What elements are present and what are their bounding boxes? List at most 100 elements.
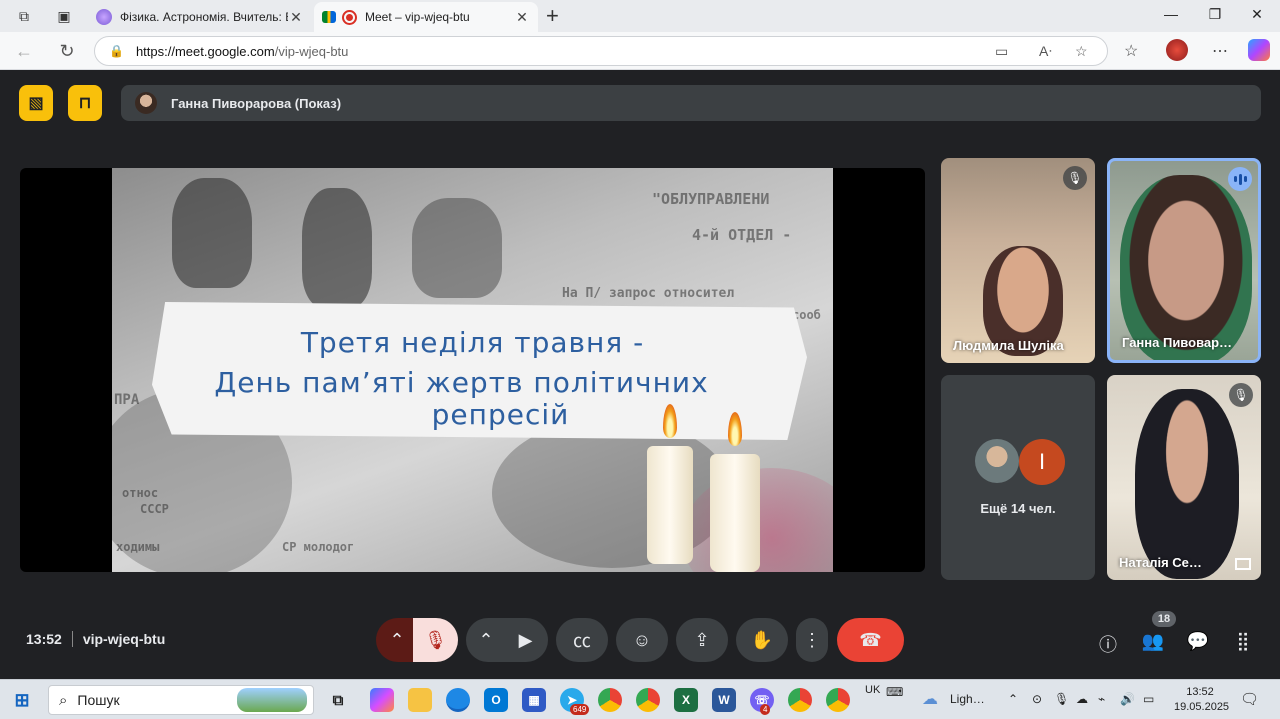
keyboard-icon[interactable]: ⌨ (886, 685, 903, 699)
favorites-icon[interactable]: ☆ (1124, 41, 1138, 61)
video-options-button[interactable]: ⌃ (466, 618, 506, 662)
participant-name: Ганна Пивовар… (1122, 335, 1233, 350)
search-icon: ⌕ (59, 691, 68, 709)
outlook-icon[interactable]: O (484, 688, 508, 712)
avatar (975, 439, 1019, 483)
task-view-icon[interactable]: ⧉ (326, 688, 350, 712)
participant-tile[interactable]: 🎙 Наталія Се… (1107, 375, 1261, 580)
slide-figure (412, 198, 502, 298)
minimize-icon[interactable]: — (1156, 6, 1186, 22)
onedrive-icon[interactable]: ☁ (1076, 692, 1088, 706)
address-bar-row: ← ↻ 🔒 https://meet.google.com/vip-wjeq-b… (0, 32, 1280, 70)
weather-icon[interactable]: ☁ (922, 689, 938, 709)
close-icon[interactable]: ✕ (514, 9, 530, 26)
mic-off-button[interactable]: 🎙 (413, 618, 458, 662)
restore-icon[interactable]: ❐ (1200, 6, 1230, 23)
file-explorer-icon[interactable] (408, 688, 432, 712)
network-icon[interactable]: ⌁ (1098, 692, 1105, 706)
copilot-icon[interactable] (1248, 39, 1270, 61)
edge-icon[interactable] (446, 688, 470, 712)
captions-button[interactable]: ㏄ (556, 618, 608, 662)
excel-icon[interactable]: X (674, 688, 698, 712)
new-tab-icon[interactable]: + (546, 4, 559, 28)
present-screen-button[interactable]: ⇪ (676, 618, 728, 662)
participant-video (1135, 389, 1239, 579)
raise-hand-button[interactable]: ✋ (736, 618, 788, 662)
workspaces-icon[interactable]: ⧉ (14, 6, 34, 26)
recording-icon (342, 9, 357, 25)
read-aloud-icon[interactable]: Aᐧ (1039, 43, 1052, 60)
taskbar-search[interactable]: ⌕ Пошук (48, 685, 314, 715)
slide-doc-text: СР молодог (282, 540, 355, 554)
activities-icon[interactable]: ⣿ (1230, 631, 1256, 652)
back-icon[interactable]: ← (12, 41, 36, 62)
profile-avatar[interactable] (1166, 39, 1188, 61)
chrome-profile-icon[interactable] (826, 688, 850, 712)
word-icon[interactable]: W (712, 688, 736, 712)
slide-figure (172, 178, 252, 288)
language-indicator[interactable]: UK (865, 684, 880, 696)
search-placeholder: Пошук (77, 692, 120, 708)
presentation-stage[interactable]: "ОБЛУПРАВЛЕНИ 4-й ОТДЕЛ - На П/ запрос о… (20, 168, 925, 572)
emoji-button[interactable]: ☺ (616, 618, 668, 662)
chrome-profile-icon[interactable] (636, 688, 660, 712)
more-participants-label: Ещё 14 чел. (980, 501, 1056, 516)
weather-label[interactable]: Ligh… (950, 692, 985, 706)
start-icon[interactable]: ⊞ (10, 688, 34, 712)
close-icon[interactable]: ✕ (288, 9, 304, 26)
slide-doc-text: 4-й ОТДЕЛ - (692, 226, 792, 244)
taskbar-clock[interactable]: 13:52 19.05.2025 (1174, 685, 1230, 715)
more-icon[interactable]: ⋯ (1212, 41, 1228, 61)
chrome-profile-icon[interactable] (788, 688, 812, 712)
meeting-details-icon[interactable]: ⓘ (1095, 631, 1121, 657)
tab-actions-icon[interactable]: ▣ (54, 6, 74, 26)
audio-options-button[interactable]: ⌃ (376, 618, 418, 662)
meeting-code: vip-wjeq-btu (82, 631, 166, 647)
window-close-icon[interactable]: ✕ (1242, 6, 1272, 23)
clock-date: 19.05.2025 (1174, 701, 1230, 713)
url-text: https://meet.google.com/vip-wjeq-btu (135, 43, 349, 59)
show-hidden-icons-icon[interactable]: ⌃ (1008, 692, 1018, 706)
participant-tile[interactable]: Ганна Пивовар… (1107, 158, 1261, 363)
pip-icon[interactable] (1235, 558, 1251, 570)
avatar (135, 92, 157, 114)
url-field[interactable]: 🔒 https://meet.google.com/vip-wjeq-btu ▭… (94, 36, 1108, 66)
camera-tray-icon[interactable]: ⊙ (1032, 692, 1042, 706)
chat-icon[interactable]: 💬 (1185, 631, 1211, 652)
browser-tab-bar: ⧉ ▣ Фізика. Астрономія. Вчитель: Бер ✕ M… (0, 0, 1280, 32)
presenter-label: Ганна Пиворарова (Показ) (171, 95, 342, 111)
stop-presenting-icon[interactable]: ▧ (19, 85, 53, 121)
slide-doc-text: На П/ запрос относител (562, 286, 735, 301)
candle (647, 446, 693, 564)
camera-in-use-icon[interactable]: ▭ (995, 43, 1008, 60)
tab-title: Фізика. Астрономія. Вчитель: Бер (120, 10, 288, 24)
layout-icon[interactable]: ⊓ (68, 85, 102, 121)
tab-physics[interactable]: Фізика. Астрономія. Вчитель: Бер ✕ (88, 2, 312, 32)
battery-icon[interactable]: ▭ (1143, 692, 1154, 706)
divider (71, 631, 73, 647)
meeting-time: 13:52 (26, 631, 62, 647)
more-participants-tile[interactable]: I Ещё 14 чел. (941, 375, 1095, 580)
clock-time: 13:52 (1186, 686, 1214, 698)
meet-app: ▧ ⊓ Ганна Пиворарова (Показ) "ОБЛУПРАВЛЕ… (0, 71, 1280, 679)
chrome-icon[interactable] (598, 688, 622, 712)
viber-badge: 4 (760, 704, 771, 715)
favorite-star-icon[interactable]: ☆ (1075, 43, 1088, 60)
copilot-app-icon[interactable] (370, 688, 394, 712)
tab-meet[interactable]: Meet – vip-wjeq-btu ✕ (314, 2, 538, 32)
participant-tile[interactable]: 🎙 Людмила Шуліка (941, 158, 1095, 363)
mic-off-icon: 🎙 (1229, 383, 1253, 407)
mic-off-icon: 🎙 (1063, 166, 1087, 190)
more-options-button[interactable]: ⋮ (796, 618, 828, 662)
candle (710, 454, 760, 572)
store-icon[interactable]: ▦ (522, 688, 546, 712)
leave-call-button[interactable]: ☎ (837, 618, 904, 662)
tab-favicon-icon (96, 9, 112, 25)
volume-icon[interactable]: 🔊 (1120, 692, 1135, 706)
mic-tray-icon[interactable]: 🎙 (1054, 692, 1069, 706)
notifications-icon[interactable]: 🗨 (1240, 690, 1259, 708)
people-icon[interactable]: 👥 (1140, 631, 1166, 652)
camera-button[interactable]: ▶ (503, 618, 548, 662)
reload-icon[interactable]: ↻ (55, 41, 79, 62)
telegram-badge: 649 (570, 704, 590, 715)
